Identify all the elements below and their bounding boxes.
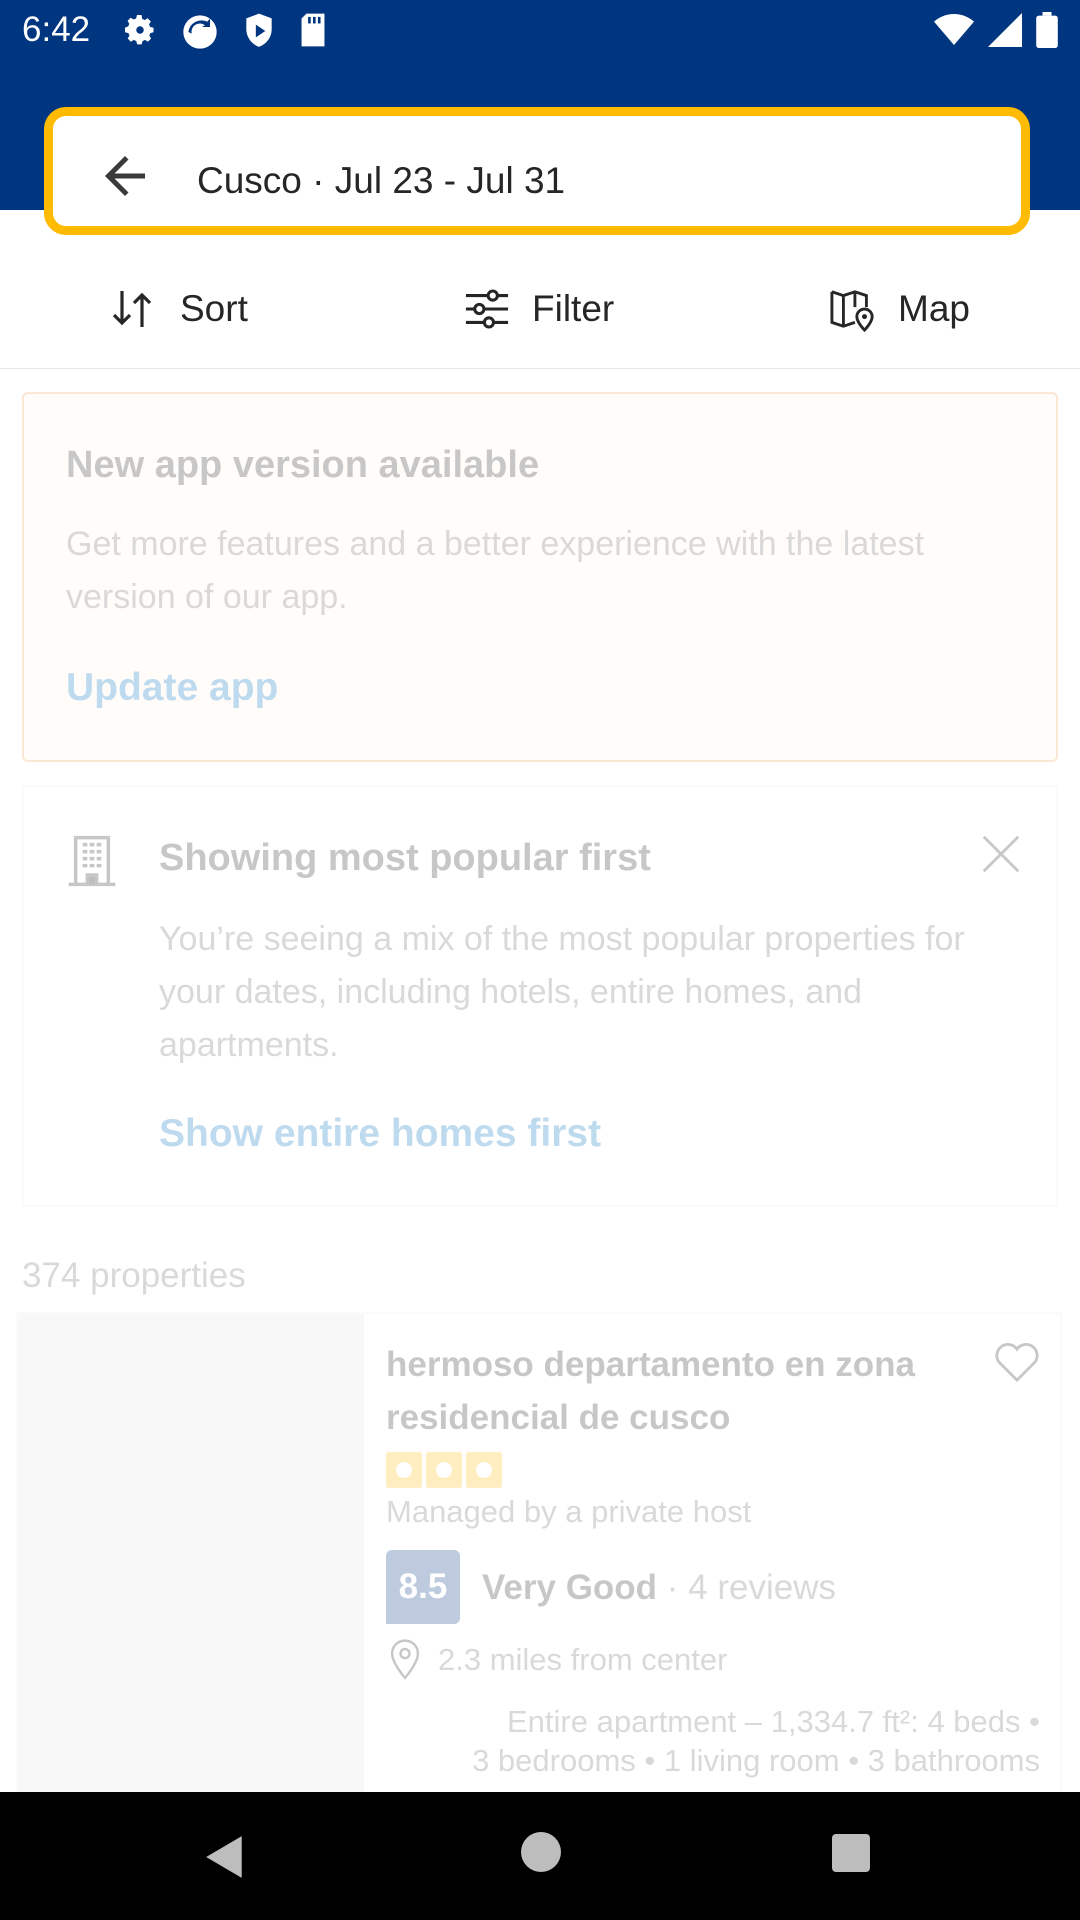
- sync-app-icon: [183, 15, 217, 49]
- back-arrow-icon[interactable]: [95, 146, 155, 206]
- heart-icon[interactable]: [994, 1340, 1040, 1382]
- location-pin-icon: [390, 1639, 420, 1680]
- wifi-icon: [934, 14, 974, 45]
- results-toolbar: Sort Filter Map: [0, 250, 1080, 369]
- settings-icon: [125, 15, 154, 45]
- building-icon: [68, 835, 116, 887]
- search-summary-text[interactable]: Cusco · Jul 23 - Jul 31: [197, 160, 565, 202]
- update-banner-text: Get more features and a better experienc…: [66, 525, 925, 616]
- rating-summary: Very Good · 4 reviews: [482, 1568, 836, 1608]
- popular-first-card: Showing most popular first You’re seeing…: [22, 785, 1058, 1207]
- update-banner-title: New app version available: [66, 444, 540, 486]
- property-card[interactable]: hermoso departamento en zona residencial…: [16, 1312, 1062, 1796]
- status-time: 6:42: [22, 10, 91, 49]
- map-button[interactable]: Map: [830, 284, 970, 334]
- distance-from-center: 2.3 miles from center: [438, 1642, 728, 1677]
- nav-home-icon[interactable]: [521, 1832, 561, 1872]
- popular-card-text: You’re seeing a mix of the most popular …: [159, 920, 965, 1064]
- host-type: Managed by a private host: [386, 1494, 752, 1529]
- sort-icon: [112, 291, 152, 327]
- rating-separator: ·: [657, 1568, 689, 1607]
- review-count: 4 reviews: [688, 1568, 836, 1607]
- map-icon: [830, 290, 874, 332]
- close-icon[interactable]: [978, 831, 1024, 877]
- update-app-link[interactable]: Update app: [66, 666, 278, 710]
- battery-icon: [1036, 12, 1058, 48]
- nav-recents-icon[interactable]: [832, 1834, 870, 1872]
- star-icon: [466, 1452, 502, 1488]
- unit-details-line: 3 bedrooms • 1 living room • 3 bathrooms: [472, 1743, 1040, 1778]
- sort-button[interactable]: Sort: [110, 284, 248, 334]
- star-icon: [426, 1452, 462, 1488]
- update-app-banner: New app version available Get more featu…: [22, 392, 1058, 762]
- status-bar: 6:42: [0, 0, 1080, 64]
- system-icons: [934, 12, 1058, 48]
- filter-label: Filter: [532, 288, 615, 329]
- search-summary-field[interactable]: Cusco · Jul 23 - Jul 31: [44, 107, 1030, 235]
- sort-label: Sort: [180, 288, 248, 329]
- review-score-badge: 8.5: [386, 1550, 460, 1624]
- star-rating: [386, 1452, 502, 1488]
- filter-icon: [465, 289, 509, 329]
- system-navigation-bar: [0, 1792, 1080, 1920]
- property-image[interactable]: [18, 1314, 364, 1794]
- property-title[interactable]: hermoso departamento en zona residencial…: [386, 1338, 946, 1444]
- results-count: 374 properties: [22, 1256, 246, 1295]
- unit-details: Entire apartment – 1,334.7 ft²: 4 beds •…: [400, 1702, 1040, 1780]
- shield-play-icon: [246, 13, 272, 47]
- notification-icons: [122, 12, 328, 52]
- show-entire-homes-link[interactable]: Show entire homes first: [159, 1112, 601, 1156]
- map-label: Map: [898, 288, 970, 329]
- signal-icon: [988, 13, 1022, 47]
- rating-word: Very Good: [482, 1568, 658, 1607]
- nav-back-icon[interactable]: [203, 1834, 247, 1880]
- popular-card-title: Showing most popular first: [159, 837, 651, 879]
- filter-button[interactable]: Filter: [464, 284, 614, 334]
- star-icon: [386, 1452, 422, 1488]
- unit-details-line: Entire apartment – 1,334.7 ft²: 4 beds •: [507, 1704, 1040, 1739]
- sd-card-icon: [301, 13, 325, 47]
